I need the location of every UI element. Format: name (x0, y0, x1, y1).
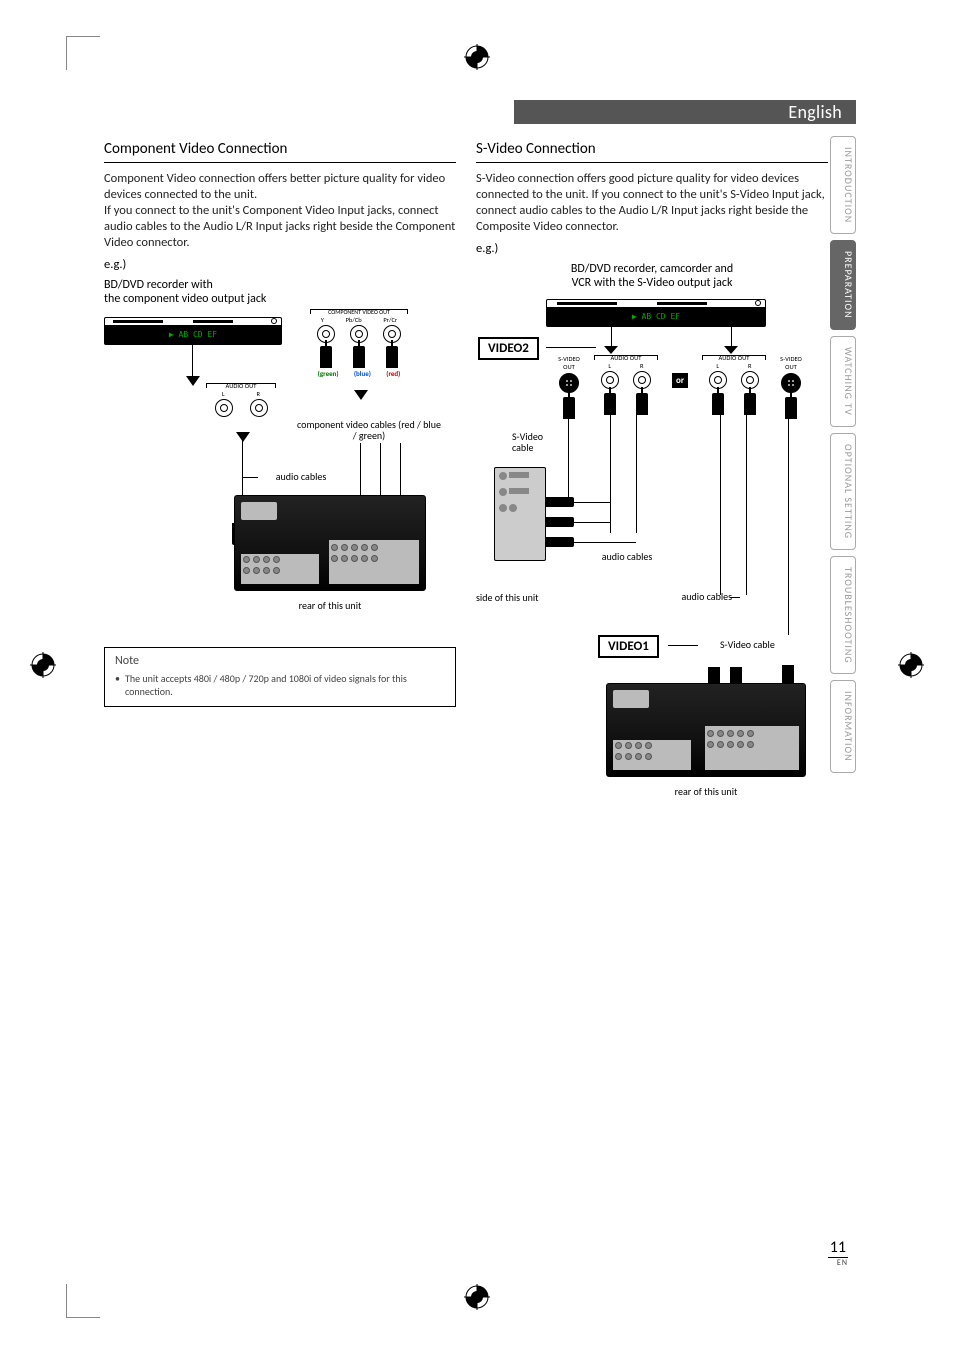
svideo-cable-label2: S-Video cable (720, 639, 810, 651)
plug-icon (563, 397, 575, 419)
arrow-down-icon (236, 429, 250, 445)
plug-icon (712, 393, 724, 415)
language-bar: English (514, 100, 856, 124)
tab-optional-setting: OPTIONAL SETTING (830, 433, 856, 550)
eg-label: e.g.) (476, 241, 828, 256)
svideo-jack-icon (781, 373, 801, 393)
plug-icon (744, 393, 756, 415)
svideo-cable-label: S-Video cable (512, 431, 562, 454)
audio-cables-label: audio cables (582, 551, 672, 563)
bd-dvd-device: ▶ AB CD EF (546, 299, 766, 327)
svideo-heading: S-Video Connection (476, 140, 828, 163)
arrow-down-icon (354, 387, 368, 403)
audio-cables-label2: audio cables (652, 591, 732, 603)
note-text: The unit accepts 480i / 480p / 720p and … (115, 672, 445, 698)
plug-icon (785, 397, 797, 419)
device-display: ▶ AB CD EF (169, 330, 217, 339)
plug-icon (353, 346, 365, 368)
audio-out-jacks: AUDIO OUT LR (206, 383, 276, 418)
arrow-down-icon (186, 373, 200, 389)
rear-caption: rear of this unit (606, 785, 806, 798)
page-lang-code: EN (828, 1258, 848, 1268)
svideo-out-jack: S-VIDEO OUT (776, 355, 806, 419)
plug-icon (320, 346, 332, 368)
plug-icon (386, 346, 398, 368)
page-number: 11 EN (828, 1238, 848, 1268)
registration-mark-icon (30, 652, 56, 678)
video2-label: VIDEO2 (478, 337, 539, 360)
page-number-value: 11 (828, 1238, 848, 1258)
audio-out-jacks: AUDIO OUT LR (702, 355, 766, 416)
bd-dvd-device: ▶ AB CD EF (104, 317, 282, 345)
crop-mark (66, 1284, 100, 1318)
or-label: or (672, 373, 688, 388)
video1-label: VIDEO1 (598, 635, 659, 658)
tv-rear-icon (234, 495, 426, 591)
component-paragraph: Component Video connection offers better… (104, 171, 456, 251)
tab-troubleshooting: TROUBLESHOOTING (830, 556, 856, 675)
plug-icon (546, 537, 574, 547)
device-label: BD/DVD recorder with the component video… (104, 278, 456, 307)
device-display: ▶ AB CD EF (632, 312, 680, 321)
registration-mark-icon (464, 44, 490, 70)
tab-watching-tv: WATCHING TV (830, 336, 856, 427)
registration-mark-icon (898, 652, 924, 678)
crop-mark (66, 36, 100, 70)
tv-rear-icon (606, 683, 806, 777)
plug-icon (546, 497, 574, 507)
tab-introduction: INTRODUCTION (830, 136, 856, 234)
side-caption: side of this unit (476, 591, 539, 604)
registration-mark-icon (464, 1284, 490, 1310)
plug-icon (636, 393, 648, 415)
audio-cable-label: audio cables (256, 471, 346, 483)
note-box: Note The unit accepts 480i / 480p / 720p… (104, 647, 456, 707)
language-label: English (788, 101, 842, 123)
rca-jack-icon (250, 399, 268, 417)
rca-jack-icon (215, 399, 233, 417)
component-out-jacks: COMPONENT VIDEO OUT YPb/CbPr/Cr (green)(… (310, 309, 408, 378)
comp-cable-label: component video cables (red / blue / gre… (294, 419, 444, 442)
component-heading: Component Video Connection (104, 140, 456, 163)
tab-information: INFORMATION (830, 680, 856, 773)
section-tabs: INTRODUCTION PREPARATION WATCHING TV OPT… (830, 136, 856, 779)
eg-label: e.g.) (104, 257, 456, 272)
plug-icon (604, 393, 616, 415)
rear-caption: rear of this unit (234, 599, 426, 612)
note-title: Note (115, 654, 445, 668)
device-label: BD/DVD recorder, camcorder and VCR with … (476, 262, 828, 291)
audio-out-jacks: AUDIO OUT LR (594, 355, 658, 416)
tab-preparation: PREPARATION (830, 240, 856, 330)
tv-side-panel-icon (494, 467, 546, 561)
svideo-jack-icon (559, 373, 579, 393)
svideo-paragraph: S-Video connection offers good picture q… (476, 171, 828, 235)
plug-icon (546, 517, 574, 527)
svideo-out-jack: S-VIDEO OUT (554, 355, 584, 419)
